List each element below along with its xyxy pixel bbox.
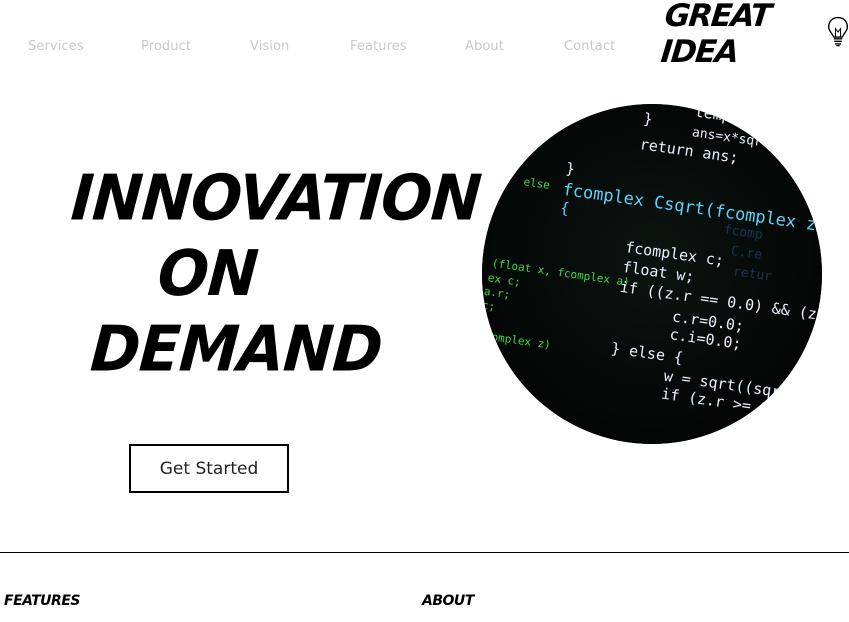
nav-item-product[interactable]: Product — [141, 39, 191, 54]
lightbulb-icon — [827, 16, 848, 47]
nav-item-about[interactable]: About — [465, 39, 504, 54]
about-heading: ABOUT — [422, 593, 474, 609]
section-divider — [0, 552, 849, 553]
hero-title: INNOVATION ON DEMAND — [58, 161, 484, 388]
nav-item-vision[interactable]: Vision — [250, 39, 289, 54]
nav-item-contact[interactable]: Contact — [564, 39, 615, 54]
get-started-button[interactable]: Get Started — [129, 444, 289, 493]
code-screen-photo: fcomp C.re retur (float x, fcomplex a) e… — [482, 104, 822, 444]
top-nav: Services Product Vision Features About C… — [0, 0, 849, 90]
nav-item-features[interactable]: Features — [350, 39, 407, 54]
hero-title-line-2: ON — [155, 237, 260, 311]
logo-text: GREAT IDEA — [659, 0, 772, 70]
features-heading: FEATURES — [4, 593, 80, 609]
nav-item-services[interactable]: Services — [28, 39, 84, 54]
code-fragment: c; — [482, 299, 496, 314]
hero-title-line-1: INNOVATION — [68, 161, 484, 236]
hero-code-image: fcomp C.re retur (float x, fcomplex a) e… — [482, 104, 822, 444]
logo[interactable]: GREAT IDEA — [659, 0, 849, 70]
hero-title-line-3: DEMAND — [88, 312, 385, 387]
